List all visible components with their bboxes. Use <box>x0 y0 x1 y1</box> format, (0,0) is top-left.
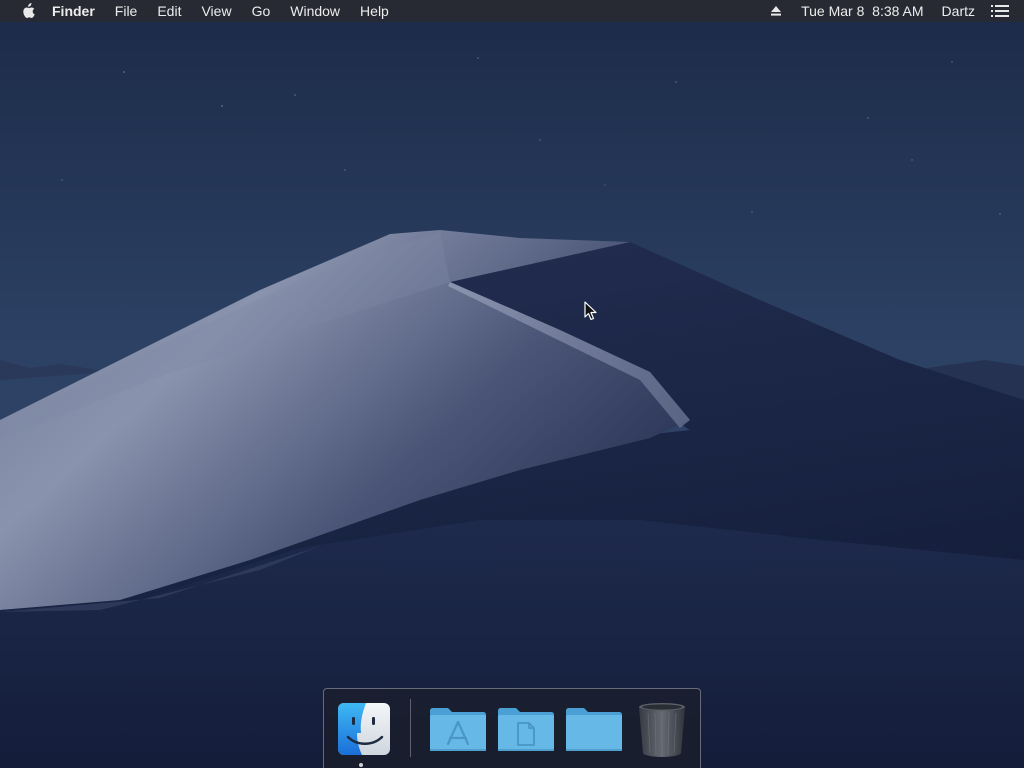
downloads-folder-icon <box>566 708 622 751</box>
menu-bar-user[interactable]: Dartz <box>933 0 984 22</box>
dock-item-applications[interactable] <box>426 697 490 761</box>
desktop[interactable]: Finder File Edit View Go Window Help Tue… <box>0 0 1024 768</box>
documents-folder-icon <box>498 708 554 751</box>
dock-item-trash[interactable] <box>630 697 694 761</box>
dock-item-downloads[interactable] <box>562 697 626 761</box>
menu-view[interactable]: View <box>191 0 241 22</box>
dock-item-documents[interactable] <box>494 697 558 761</box>
dock <box>323 688 701 768</box>
menu-go[interactable]: Go <box>242 0 281 22</box>
dock-item-finder[interactable] <box>332 697 396 761</box>
menu-bar: Finder File Edit View Go Window Help Tue… <box>0 0 1024 22</box>
finder-running-indicator <box>359 763 363 767</box>
menu-window[interactable]: Window <box>280 0 350 22</box>
dock-separator <box>410 699 411 757</box>
menu-edit[interactable]: Edit <box>147 0 191 22</box>
apple-logo-icon[interactable] <box>20 0 36 22</box>
mouse-cursor-icon <box>584 301 597 321</box>
finder-icon <box>338 703 390 755</box>
menu-file[interactable]: File <box>105 0 148 22</box>
trash-icon <box>639 703 685 757</box>
menu-help[interactable]: Help <box>350 0 399 22</box>
notification-center-icon[interactable] <box>984 0 1016 22</box>
desktop-wallpaper <box>0 0 1024 768</box>
eject-icon[interactable] <box>760 0 792 22</box>
menu-bar-clock[interactable]: Tue Mar 8 8:38 AM <box>792 0 932 22</box>
applications-folder-icon <box>430 708 486 751</box>
menu-app-finder[interactable]: Finder <box>42 0 105 22</box>
